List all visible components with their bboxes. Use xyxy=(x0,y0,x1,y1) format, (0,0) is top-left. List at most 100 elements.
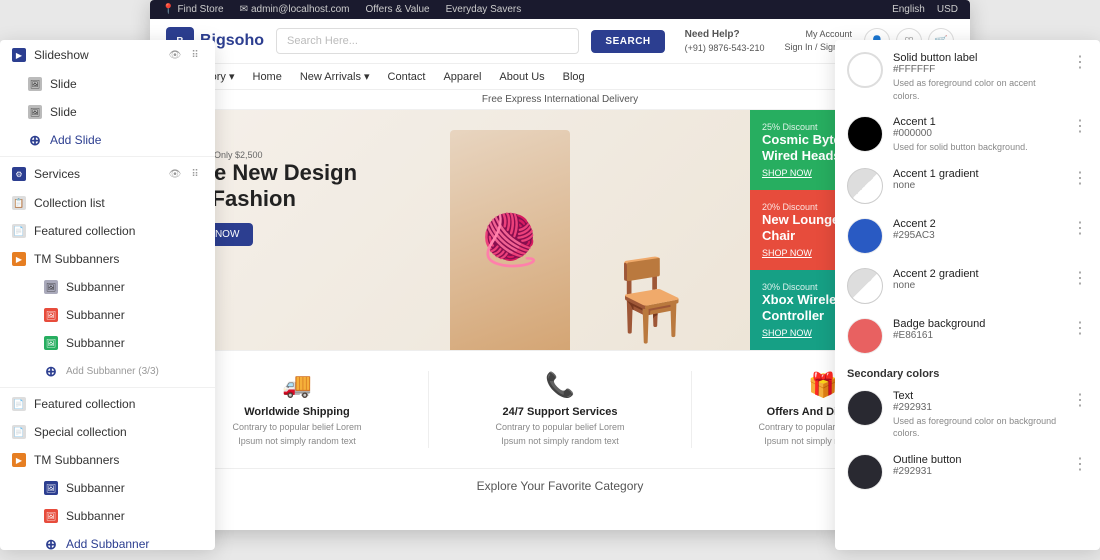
sidebar-item-label: Featured collection xyxy=(34,397,135,411)
drag-icon[interactable]: ⠿ xyxy=(187,166,203,182)
currency: USD xyxy=(937,4,958,15)
help-text: Need Help? (+91) 9876-543-210 xyxy=(685,28,765,55)
color-item-accent1: Accent 1 #000000 Used for solid button b… xyxy=(847,116,1088,154)
color-info: Outline button #292931 xyxy=(893,454,1062,477)
sweater-image: 🧶 xyxy=(450,130,570,350)
sidebar-item-label: Slide xyxy=(50,105,77,119)
sidebar-item-label: Featured collection xyxy=(34,224,135,238)
sidebar-item-label: Services xyxy=(34,167,80,181)
top-bar: 📍 Find Store ✉ admin@localhost.com Offer… xyxy=(150,0,970,19)
sidebar-item-add-slide[interactable]: ⊕ Add Slide xyxy=(0,126,215,154)
nav-apparel[interactable]: Apparel xyxy=(443,71,481,83)
sidebar-item-label: Subbanner xyxy=(66,280,125,294)
hero-image: 🪑 xyxy=(570,140,730,340)
sidebar-item-subbanner4[interactable]: 🖼 Subbanner xyxy=(0,474,215,502)
sidebar-item-slide2[interactable]: 🖼 Slide xyxy=(0,98,215,126)
color-swatch-black xyxy=(847,116,883,152)
search-placeholder: Search Here... xyxy=(287,35,358,47)
color-info: Accent 1 gradient none xyxy=(893,168,1062,191)
sidebar-item-label: Subbanner xyxy=(66,481,125,495)
color-item-accent1-grad: Accent 1 gradient none ⋮ xyxy=(847,168,1088,204)
offers: Offers & Value xyxy=(366,4,430,15)
nav-new-arrivals[interactable]: New Arrivals ▾ xyxy=(300,70,370,83)
hero-main: Starting At Only $2,500 Made New DesignF… xyxy=(150,110,750,350)
color-swatch-blue xyxy=(847,218,883,254)
sidebar-item-featured-collection[interactable]: 📄 Featured collection xyxy=(0,217,215,245)
sidebar-item-label: Add Slide xyxy=(50,133,101,147)
sub-icon: 🖼 xyxy=(44,336,58,350)
nav-blog[interactable]: Blog xyxy=(563,71,585,83)
color-menu-icon[interactable]: ⋮ xyxy=(1072,454,1088,474)
sidebar-item-label: Slideshow xyxy=(34,48,89,62)
add-icon: ⊕ xyxy=(44,364,58,378)
color-menu-icon[interactable]: ⋮ xyxy=(1072,116,1088,136)
hero-img-icon: 🪑 xyxy=(600,260,700,340)
color-menu-icon[interactable]: ⋮ xyxy=(1072,268,1088,288)
featured-icon: 📄 xyxy=(12,397,26,411)
sub-icon: 🖼 xyxy=(44,308,58,322)
sidebar-item-slide1[interactable]: 🖼 Slide xyxy=(0,70,215,98)
sidebar-item-slideshow[interactable]: ▶ Slideshow 👁 ⠿ xyxy=(0,40,215,70)
sidebar-item-subbanner2[interactable]: 🖼 Subbanner xyxy=(0,301,215,329)
sidebar-item-label: TM Subbanners xyxy=(34,252,119,266)
color-menu-icon[interactable]: ⋮ xyxy=(1072,390,1088,410)
nav-home[interactable]: Home xyxy=(253,71,282,83)
color-item-accent2: Accent 2 #295AC3 ⋮ xyxy=(847,218,1088,254)
sidebar-item-label: Slide xyxy=(50,77,77,91)
sidebar-item-subbanner5[interactable]: 🖼 Subbanner xyxy=(0,502,215,530)
feature-title: 24/7 Support Services xyxy=(439,406,681,418)
color-info: Solid button label #FFFFFF Used as foreg… xyxy=(893,52,1062,102)
sidebar-item-add-subbanner[interactable]: ⊕ Add Subbanner (3/3) xyxy=(0,357,215,385)
color-menu-icon[interactable]: ⋮ xyxy=(1072,318,1088,338)
color-menu-icon[interactable]: ⋮ xyxy=(1072,168,1088,188)
featured-icon: 📄 xyxy=(12,224,26,238)
sidebar-actions: 👁 ⠿ xyxy=(167,166,203,182)
color-swatch-gradient xyxy=(847,168,883,204)
color-info: Text #292931 Used as foreground color on… xyxy=(893,390,1062,440)
color-item-text: Text #292931 Used as foreground color on… xyxy=(847,390,1088,440)
sidebar-item-label: Add Subbanner xyxy=(66,537,149,550)
color-swatch-white xyxy=(847,52,883,88)
sidebar-item-tm-subbanners2[interactable]: ▶ TM Subbanners xyxy=(0,446,215,474)
color-menu-icon[interactable]: ⋮ xyxy=(1072,218,1088,238)
color-menu-icon[interactable]: ⋮ xyxy=(1072,52,1088,72)
secondary-colors-title: Secondary colors xyxy=(847,368,1088,380)
color-item-accent2-grad: Accent 2 gradient none ⋮ xyxy=(847,268,1088,304)
eye-icon[interactable]: 👁 xyxy=(167,47,183,63)
sidebar-item-subbanner1[interactable]: 🖼 Subbanner xyxy=(0,273,215,301)
sidebar-item-special-collection[interactable]: 📄 Special collection xyxy=(0,418,215,446)
search-button[interactable]: SEARCH xyxy=(591,30,664,53)
color-item-outline-btn: Outline button #292931 ⋮ xyxy=(847,454,1088,490)
sidebar-actions: 👁 ⠿ xyxy=(167,47,203,63)
help-block: Need Help? (+91) 9876-543-210 xyxy=(685,28,765,55)
color-swatch-outline xyxy=(847,454,883,490)
sidebar-item-featured-collection2[interactable]: 📄 Featured collection xyxy=(0,390,215,418)
everyday-savers: Everyday Savers xyxy=(446,4,522,15)
language: English xyxy=(892,4,925,15)
sidebar-item-tm-subbanners1[interactable]: ▶ TM Subbanners xyxy=(0,245,215,273)
color-info: Accent 1 #000000 Used for solid button b… xyxy=(893,116,1062,154)
nav-about[interactable]: About Us xyxy=(499,71,544,83)
nav-contact[interactable]: Contact xyxy=(388,71,426,83)
eye-icon[interactable]: 👁 xyxy=(167,166,183,182)
color-swatch-gradient2 xyxy=(847,268,883,304)
sub-icon: 🖼 xyxy=(44,481,58,495)
sidebar-item-collection-list[interactable]: 📋 Collection list xyxy=(0,189,215,217)
drag-icon[interactable]: ⠿ xyxy=(187,47,203,63)
slide-icon: 🖼 xyxy=(28,77,42,91)
sidebar-item-services[interactable]: ⚙ Services 👁 ⠿ xyxy=(0,159,215,189)
special-icon: 📄 xyxy=(12,425,26,439)
sidebar-item-add-subbanner2[interactable]: ⊕ Add Subbanner xyxy=(0,530,215,550)
sidebar-item-label: Subbanner xyxy=(66,308,125,322)
sidebar-item-subbanner3[interactable]: 🖼 Subbanner xyxy=(0,329,215,357)
sidebar-item-label: Special collection xyxy=(34,425,127,439)
color-info: Accent 2 gradient none xyxy=(893,268,1062,291)
color-panel: Solid button label #FFFFFF Used as foreg… xyxy=(835,40,1100,550)
color-info: Accent 2 #295AC3 xyxy=(893,218,1062,241)
search-bar: Search Here... xyxy=(276,28,579,54)
sidebar-item-label: Add Subbanner (3/3) xyxy=(66,366,159,377)
feature-desc: Contrary to popular belief LoremIpsum no… xyxy=(439,421,681,448)
color-info: Badge background #E86161 xyxy=(893,318,1062,341)
tm-icon: ▶ xyxy=(12,252,26,266)
sub-icon: 🖼 xyxy=(44,509,58,523)
